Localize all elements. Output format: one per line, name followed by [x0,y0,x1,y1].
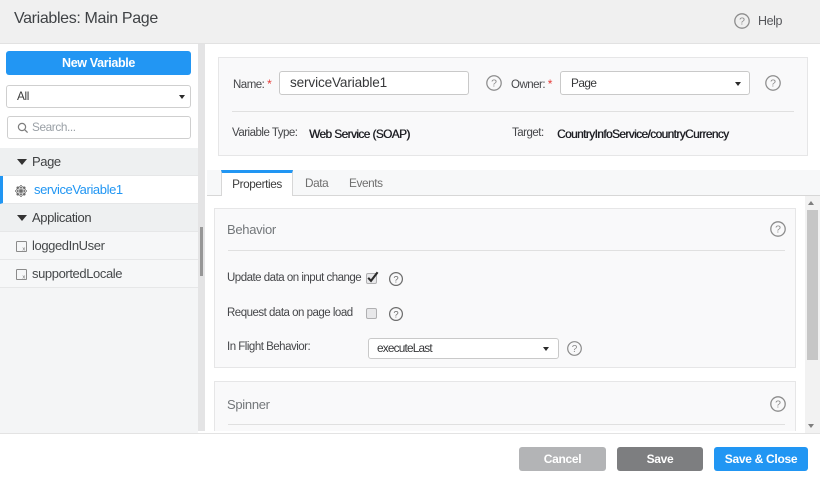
svg-text:?: ? [775,399,781,411]
svg-text:?: ? [491,78,497,90]
svg-text:?: ? [775,224,781,236]
svg-text:?: ? [572,344,578,355]
svg-text:?: ? [739,16,745,28]
svg-text:?: ? [393,275,398,286]
svg-text:?: ? [393,310,398,321]
svg-text:?: ? [770,78,776,90]
